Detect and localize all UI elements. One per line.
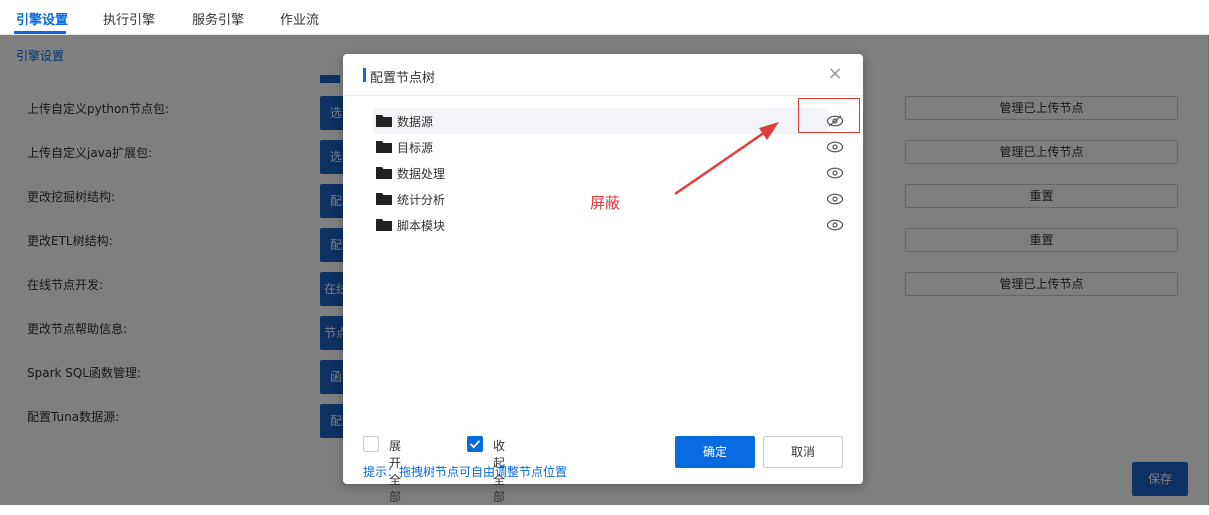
eye-icon[interactable] bbox=[826, 167, 844, 179]
checkmark-icon bbox=[470, 440, 481, 449]
cancel-button[interactable]: 取消 bbox=[763, 436, 843, 468]
tab-workflow[interactable]: 作业流 bbox=[280, 9, 319, 28]
tree-node-label: 数据处理 bbox=[397, 167, 446, 181]
folder-icon bbox=[376, 193, 392, 205]
drag-tip: 提示：拖拽树节点可自由调整节点位置 bbox=[363, 465, 568, 479]
tree-node-label: 脚本模块 bbox=[397, 219, 446, 233]
folder-icon bbox=[376, 115, 392, 127]
folder-icon bbox=[376, 219, 392, 231]
active-tab-indicator bbox=[14, 31, 66, 34]
title-accent-bar bbox=[363, 68, 366, 82]
eye-icon[interactable] bbox=[826, 141, 844, 153]
annotation-highlight-box bbox=[798, 98, 860, 133]
close-icon[interactable]: × bbox=[827, 65, 843, 83]
dialog-header: 配置节点树 × bbox=[343, 54, 863, 96]
expand-all-checkbox[interactable] bbox=[363, 436, 379, 452]
tree-node[interactable]: 脚本模块 bbox=[373, 212, 844, 238]
tree-node-label: 目标源 bbox=[397, 141, 434, 155]
tree-node-label: 数据源 bbox=[397, 115, 434, 129]
dialog-title: 配置节点树 bbox=[370, 71, 436, 86]
folder-icon bbox=[376, 141, 392, 153]
eye-icon[interactable] bbox=[826, 219, 844, 231]
top-tabs: 引擎设置 执行引擎 服务引擎 作业流 bbox=[0, 0, 1209, 35]
collapse-all-checkbox[interactable] bbox=[467, 436, 483, 452]
tab-execution-engine[interactable]: 执行引擎 bbox=[103, 9, 155, 28]
tab-engine-settings[interactable]: 引擎设置 bbox=[16, 9, 68, 28]
config-node-tree-dialog: 配置节点树 × 数据源 目标源 数据处理 统计分析 脚本模块 屏蔽 展开全部 收… bbox=[343, 54, 863, 504]
folder-icon bbox=[376, 167, 392, 179]
confirm-button[interactable]: 确定 bbox=[675, 436, 755, 468]
annotation-arrow bbox=[674, 122, 779, 196]
tree-node-label: 统计分析 bbox=[397, 193, 446, 207]
eye-icon[interactable] bbox=[826, 193, 844, 205]
tab-service-engine[interactable]: 服务引擎 bbox=[192, 9, 244, 28]
annotation-label: 屏蔽 bbox=[590, 194, 621, 212]
